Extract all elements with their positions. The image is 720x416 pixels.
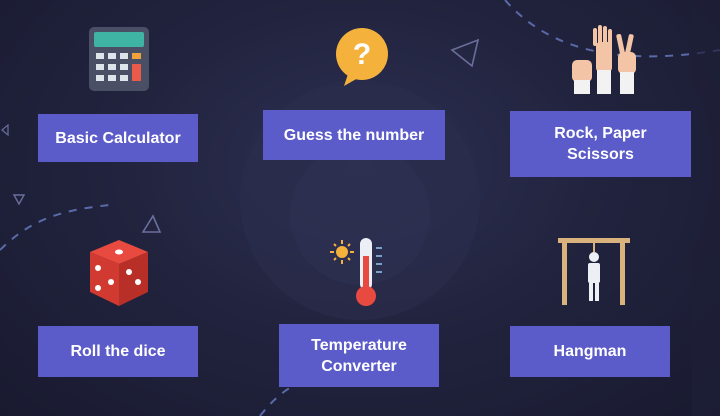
calculator-icon	[89, 27, 149, 91]
hangman-label[interactable]: Hangman	[510, 326, 670, 377]
svg-text:?: ?	[353, 38, 371, 71]
question-bubble-icon: ?	[336, 28, 388, 86]
hands-icon	[572, 25, 636, 94]
roll-the-dice-label[interactable]: Roll the dice	[38, 326, 198, 377]
temperature-converter-label[interactable]: Temperature Converter	[279, 324, 439, 387]
thermometer-icon	[330, 238, 382, 306]
rock-paper-scissors-label[interactable]: Rock, Paper Scissors	[510, 111, 691, 177]
gallows-icon	[558, 238, 630, 305]
basic-calculator-label[interactable]: Basic Calculator	[38, 114, 198, 162]
guess-the-number-label[interactable]: Guess the number	[263, 110, 445, 160]
dice-icon	[90, 240, 148, 306]
